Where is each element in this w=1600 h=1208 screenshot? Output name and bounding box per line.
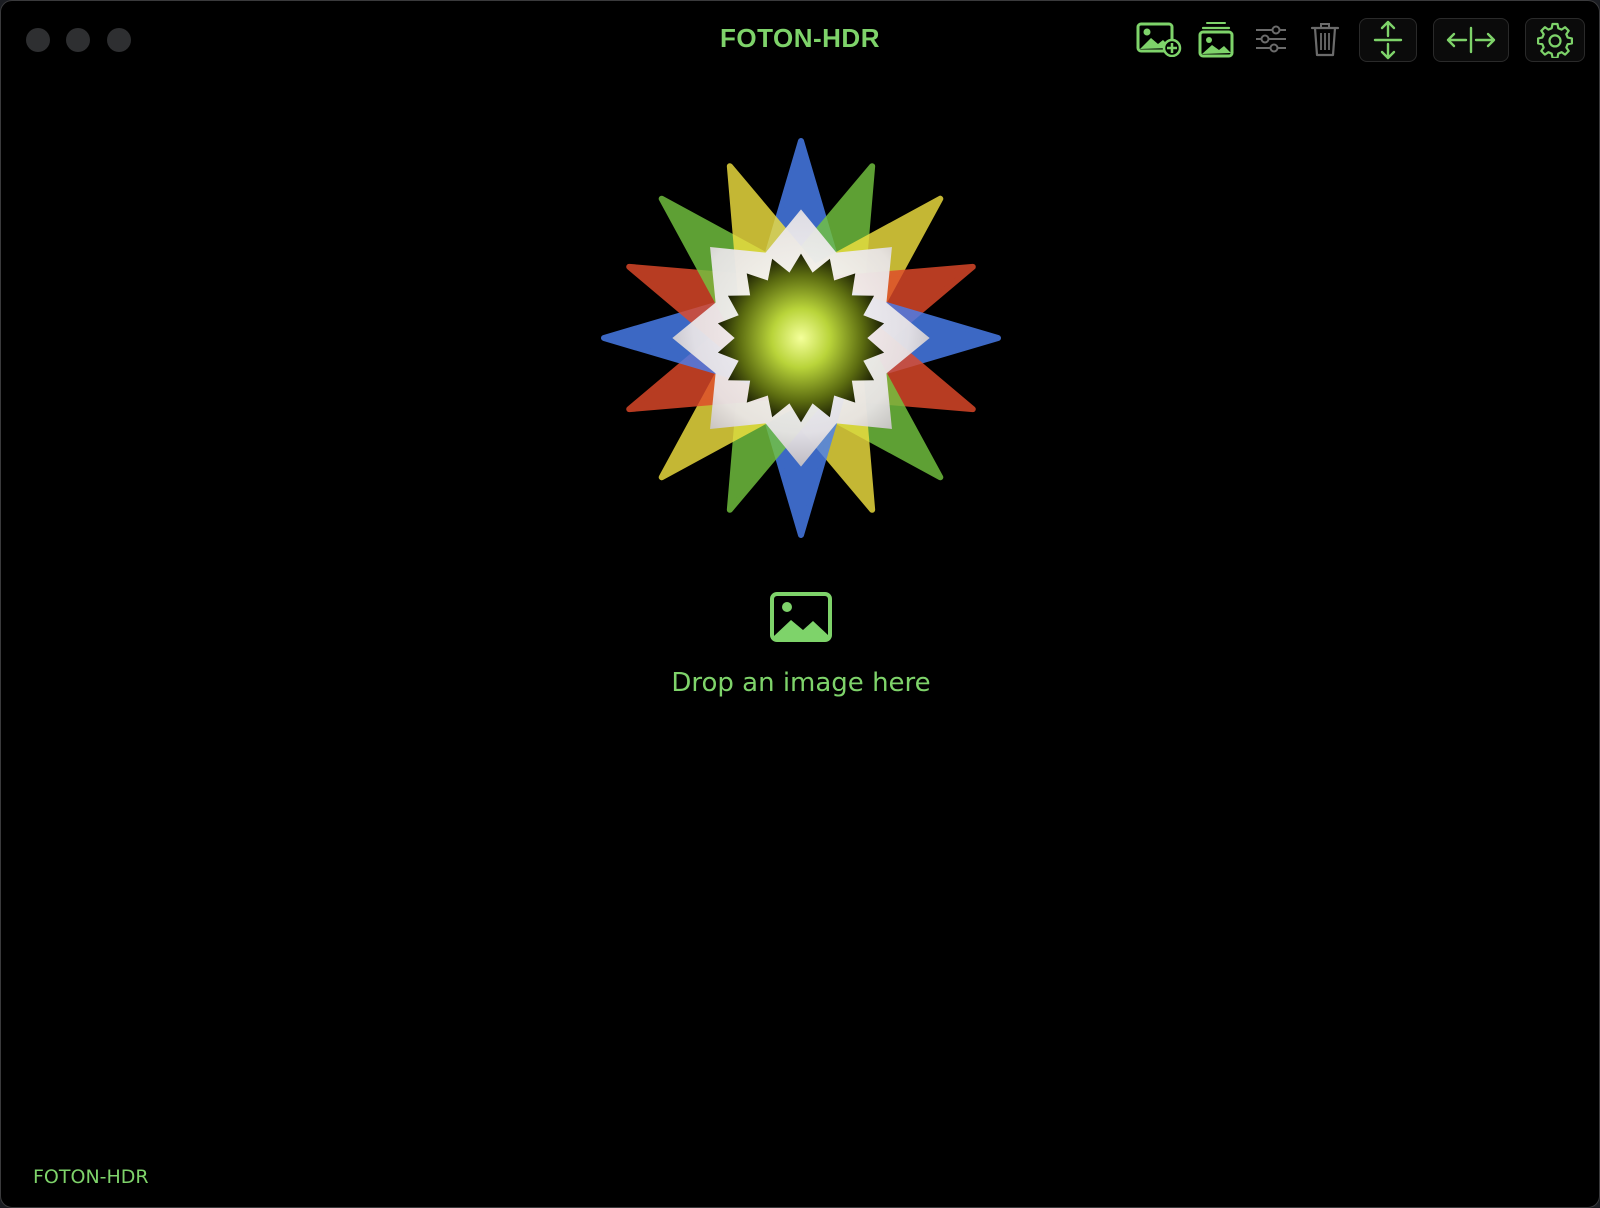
- horizontal-split-button[interactable]: [1433, 18, 1509, 62]
- vertical-split-button[interactable]: [1359, 18, 1417, 62]
- adjustments-button[interactable]: [1250, 17, 1292, 61]
- gear-icon: [1537, 22, 1573, 58]
- drop-hint-text: Drop an image here: [671, 668, 931, 698]
- arrows-horizontal-icon: [1446, 26, 1496, 54]
- image-plus-icon: [1136, 22, 1182, 57]
- footer-label: FOTON-HDR: [33, 1166, 149, 1188]
- app-window: FOTON-HDR Drop an image here FOTON-HDR: [0, 0, 1600, 1208]
- add-image-button[interactable]: [1134, 17, 1184, 61]
- delete-button[interactable]: [1306, 17, 1344, 61]
- trash-icon: [1310, 23, 1340, 57]
- settings-button[interactable]: [1525, 18, 1585, 62]
- sliders-icon: [1256, 25, 1286, 53]
- image-stack-button[interactable]: [1194, 17, 1238, 61]
- image-stack-icon: [1198, 22, 1234, 58]
- arrows-vertical-icon: [1373, 20, 1403, 60]
- foton-hdr-star-logo: [601, 138, 1001, 538]
- title-bar[interactable]: FOTON-HDR: [1, 1, 1599, 77]
- image-icon: [770, 592, 832, 642]
